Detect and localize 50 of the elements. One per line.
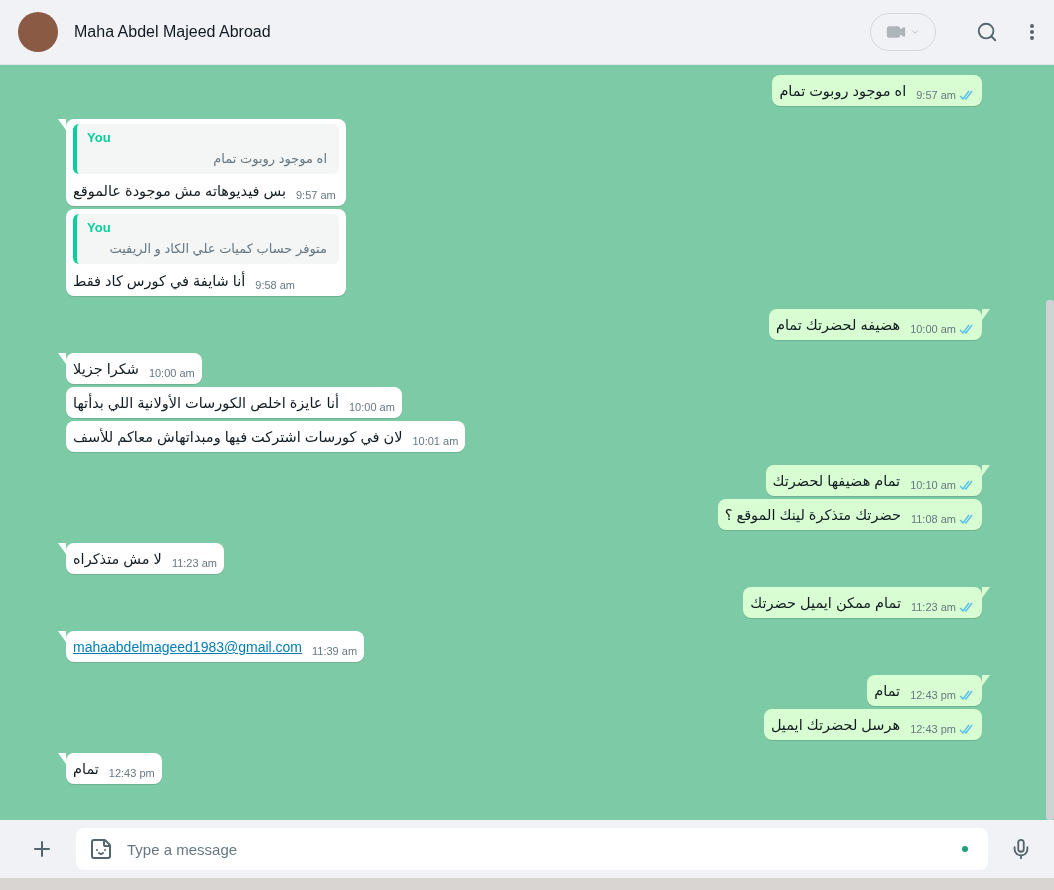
double-check-icon <box>959 479 975 491</box>
message-time: 9:57 am <box>296 189 336 201</box>
message-text: أنا عايزة اخلص الكورسات الأولانية اللي بدأتها <box>73 392 339 411</box>
contact-name: Maha Abdel Majeed Abroad <box>74 23 272 41</box>
double-check-icon <box>959 723 975 735</box>
status-dot <box>962 846 968 852</box>
message-time: 11:23 am <box>171 557 217 569</box>
message-text: هرسل لحضرتك ايميل <box>770 716 901 733</box>
message-time: 9:57 am <box>916 89 956 101</box>
message-time: 12:43 pm <box>910 689 956 701</box>
message-time: 11:08 am <box>910 513 956 525</box>
message-time: 12:43 pm <box>108 767 155 779</box>
message-text: اه موجود روبوت تمام <box>779 82 907 99</box>
message-time: 10:01 am <box>412 435 459 447</box>
scrollbar-thumb[interactable] <box>1046 300 1054 820</box>
double-check-icon <box>959 689 975 701</box>
search-icon <box>976 21 998 43</box>
message-text: بس فيديوهاته مش موجودة عالموقع <box>73 182 286 199</box>
double-check-icon <box>959 89 975 101</box>
message-time: 11:39 am <box>312 645 358 657</box>
contact-avatar[interactable] <box>18 12 58 52</box>
message-text: تمام <box>874 682 901 699</box>
message-text: هضيفه لحضرتك تمام <box>775 316 901 333</box>
quote-text: متوفر حساب كميات علي الكاد و الريفيت <box>108 241 327 256</box>
message-text: تمام هضيفها لحضرتك <box>772 472 901 489</box>
double-check-icon <box>959 323 975 335</box>
message-text: تمام <box>73 760 99 777</box>
chevron-down-icon <box>910 27 920 37</box>
message-text: شكرا جزيلا <box>73 360 139 377</box>
message-text: لا مش متذكراه <box>73 550 162 567</box>
message-text: أنا شايفة في كورس كاد فقط <box>73 270 246 289</box>
message-time: 10:00 am <box>148 367 195 379</box>
menu-icon <box>1030 24 1034 40</box>
message-input[interactable]: Type a message <box>76 828 988 870</box>
double-check-icon <box>959 513 975 525</box>
sticker-icon[interactable] <box>89 837 113 861</box>
message-time: 9:58 am <box>255 279 295 291</box>
message-text: تمام ممكن ايميل حضرتك <box>750 594 901 611</box>
quote-text: اه موجود روبوت تمام <box>212 151 327 166</box>
message-time: 10:00 am <box>910 323 956 335</box>
quote-author: You <box>87 130 112 145</box>
quote-author: You <box>87 220 112 235</box>
message-time: 10:10 am <box>910 479 956 491</box>
message-time: 12:43 pm <box>910 723 956 735</box>
message-text: لان في كورسات اشتركت فيها ومبداتهاش معاكم للأسف <box>73 427 403 445</box>
message-time: 10:00 am <box>349 401 395 413</box>
email-link[interactable]: mahaabdelmageed1983@gmail.com <box>73 636 303 655</box>
message-text: حضرتك متذكرة لينك الموقع ؟ <box>724 506 901 523</box>
message-time: 11:23 am <box>910 601 956 613</box>
double-check-icon <box>959 601 975 613</box>
